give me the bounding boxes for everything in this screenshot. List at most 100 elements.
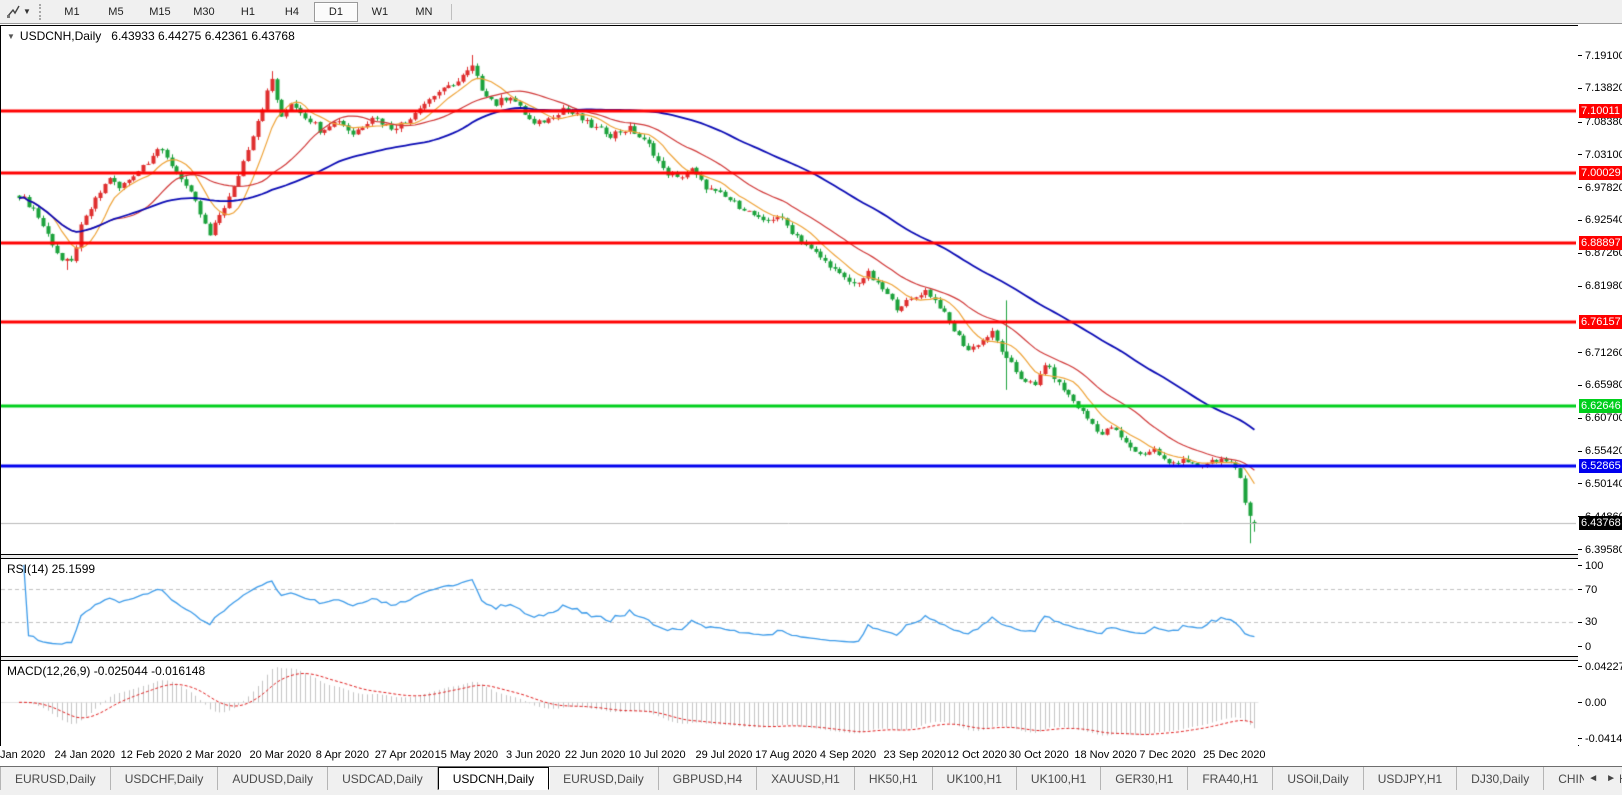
date-axis-label: 23 Sep 2020 xyxy=(883,749,946,761)
price-level-badge: 6.52865 xyxy=(1579,459,1622,474)
axis-tick-mark xyxy=(1578,702,1582,704)
timeframe-button-mn[interactable]: MN xyxy=(402,2,446,22)
tab-dj30-daily[interactable]: DJ30,Daily xyxy=(1457,767,1545,790)
axis-tick-mark xyxy=(1578,450,1582,452)
tab-uk100-h1[interactable]: UK100,H1 xyxy=(1017,767,1102,790)
rsi-axis-label: 70 xyxy=(1585,583,1598,596)
macd-axis-label: -0.04148 xyxy=(1585,732,1622,745)
tab-scroll-right-icon[interactable]: ► xyxy=(1606,773,1616,784)
timeframe-toolbar: ▼ M1 M5 M15 M30 H1 H4 D1 W1 MN xyxy=(0,0,1622,24)
tab-usdcnh-daily[interactable]: USDCNH,Daily xyxy=(437,767,550,790)
timeframe-button-m1[interactable]: M1 xyxy=(50,2,94,22)
price-axis-label: 6.81980 xyxy=(1585,280,1622,293)
toolbar-grip[interactable] xyxy=(38,3,44,20)
price-pane: ▼ USDCNH,Daily 6.43933 6.44275 6.42361 6.4… xyxy=(1,26,1576,554)
axis-tick-mark xyxy=(1578,252,1582,254)
tab-xauusd-h1[interactable]: XAUUSD,H1 xyxy=(757,767,855,790)
timeframe-button-m30[interactable]: M30 xyxy=(182,2,226,22)
axis-tick-mark xyxy=(1578,589,1582,591)
chart-title-symbol: USDCNH,Daily xyxy=(19,29,102,43)
timeframe-button-w1[interactable]: W1 xyxy=(358,2,402,22)
chart-window: ▼ USDCNH,Daily 6.43933 6.44275 6.42361 6.4… xyxy=(0,24,1622,747)
date-axis-label: 17 Aug 2020 xyxy=(755,749,817,761)
rsi-chart-canvas[interactable] xyxy=(1,559,1576,656)
price-axis-label: 6.60700 xyxy=(1585,412,1622,425)
price-level-badge: 6.43768 xyxy=(1579,515,1622,530)
tab-hk50-h1[interactable]: HK50,H1 xyxy=(855,767,933,790)
axis-tick-mark xyxy=(1578,483,1582,485)
axis-tick-mark xyxy=(1578,646,1582,647)
rsi-axis-label: 100 xyxy=(1585,559,1604,572)
drawing-tool-dropdown-icon[interactable]: ▼ xyxy=(23,7,31,16)
tab-usdcad-daily[interactable]: USDCAD,Daily xyxy=(328,767,438,790)
price-axis: 7.19100 7.13820 7.08380 7.03100 6.97820 6.925… xyxy=(1578,25,1622,745)
timeframe-button-d1[interactable]: D1 xyxy=(313,1,358,22)
date-axis-label: 7 Dec 2020 xyxy=(1139,749,1196,761)
macd-label: MACD(12,26,9) -0.025044 -0.016148 xyxy=(7,664,206,678)
price-level-badge: 6.62646 xyxy=(1579,398,1622,413)
price-axis-label: 7.19100 xyxy=(1585,49,1622,62)
tab-eurusd-daily[interactable]: EURUSD,Daily xyxy=(0,767,111,790)
date-axis-label: 27 Apr 2020 xyxy=(374,749,435,761)
axis-tick-mark xyxy=(1578,154,1582,156)
tab-ger30-h1[interactable]: GER30,H1 xyxy=(1101,767,1189,790)
rsi-pane: RSI(14) 25.1599 xyxy=(1,559,1576,656)
macd-chart-canvas[interactable] xyxy=(1,661,1576,745)
date-axis-label: 12 Feb 2020 xyxy=(120,749,183,761)
timeframe-button-m5[interactable]: M5 xyxy=(94,2,138,22)
tab-usdchf-daily[interactable]: USDCHF,Daily xyxy=(111,767,219,790)
date-axis-label: 20 Mar 2020 xyxy=(249,749,312,761)
price-axis-label: 6.39580 xyxy=(1585,543,1622,556)
tab-eurusd-daily[interactable]: EURUSD,Daily xyxy=(549,767,659,790)
axis-tick-mark xyxy=(1578,187,1582,189)
macd-axis-label: 0.042275 xyxy=(1585,660,1622,673)
tab-fra40-h1[interactable]: FRA40,H1 xyxy=(1188,767,1274,790)
tab-usdjpy-h1[interactable]: USDJPY,H1 xyxy=(1364,767,1458,790)
tab-gbpusd-h4[interactable]: GBPUSD,H4 xyxy=(659,767,758,790)
axis-tick-mark xyxy=(1578,352,1582,354)
date-axis-label: 30 Oct 2020 xyxy=(1008,749,1069,761)
toolbar-separator xyxy=(450,3,452,20)
price-axis-label: 6.50140 xyxy=(1585,477,1622,490)
price-axis-label: 6.65980 xyxy=(1585,379,1622,392)
tab-scroll-left-icon[interactable]: ◄ xyxy=(1588,773,1598,784)
price-level-badge: 7.10011 xyxy=(1579,104,1622,119)
tab-uk100-h1[interactable]: UK100,H1 xyxy=(933,767,1017,790)
axis-tick-mark xyxy=(1578,549,1582,550)
axis-tick-mark xyxy=(1578,384,1582,386)
date-axis-label: 10 Jul 2020 xyxy=(628,749,686,761)
price-chart-canvas[interactable] xyxy=(1,26,1576,554)
axis-tick-mark xyxy=(1578,55,1582,56)
date-axis-label: 3 Jun 2020 xyxy=(505,749,561,761)
timeframe-button-h1[interactable]: H1 xyxy=(226,2,270,22)
date-axis: 6 Jan 2020 24 Jan 2020 12 Feb 20202 Mar 20… xyxy=(0,746,1622,767)
chart-title-ohlc: 6.43933 6.44275 6.42361 6.43768 xyxy=(111,29,295,43)
date-axis-label: 22 Jun 2020 xyxy=(564,749,626,761)
chart-plot-area: ▼ USDCNH,Daily 6.43933 6.44275 6.42361 6.4… xyxy=(0,25,1579,747)
macd-axis-label: 0.00 xyxy=(1585,696,1607,709)
timeframe-buttons: M1 M5 M15 M30 H1 H4 D1 W1 MN xyxy=(50,1,446,22)
price-axis-label: 6.97820 xyxy=(1585,181,1622,194)
date-axis-label: 12 Oct 2020 xyxy=(946,749,1007,761)
tab-audusd-daily[interactable]: AUDUSD,Daily xyxy=(218,767,329,790)
date-axis-label: 24 Jan 2020 xyxy=(54,749,116,761)
axis-tick-mark xyxy=(1578,738,1582,739)
price-axis-label: 6.92540 xyxy=(1585,214,1622,227)
axis-tick-mark xyxy=(1578,565,1582,566)
timeframe-button-h4[interactable]: H4 xyxy=(270,2,314,22)
rsi-axis-label: 0 xyxy=(1585,640,1592,653)
date-axis-label: 2 Mar 2020 xyxy=(185,749,242,761)
date-axis-label: 29 Jul 2020 xyxy=(695,749,753,761)
date-axis-label: 4 Sep 2020 xyxy=(819,749,877,761)
axis-tick-mark xyxy=(1578,87,1582,89)
axis-tick-mark xyxy=(1578,121,1582,123)
timeframe-button-m15[interactable]: M15 xyxy=(138,2,182,22)
symbol-tab-bar: EURUSD,Daily USDCHF,Daily AUDUSD,Daily USDC… xyxy=(0,767,1622,790)
chart-collapse-icon[interactable]: ▼ xyxy=(7,32,15,41)
axis-tick-mark xyxy=(1578,219,1582,221)
tab-usoil-daily[interactable]: USOil,Daily xyxy=(1273,767,1364,790)
drawing-tool-icon[interactable] xyxy=(3,3,23,21)
date-axis-label: 8 Apr 2020 xyxy=(315,749,369,761)
price-level-badge: 6.88897 xyxy=(1579,235,1622,250)
rsi-label: RSI(14) 25.1599 xyxy=(7,562,96,576)
